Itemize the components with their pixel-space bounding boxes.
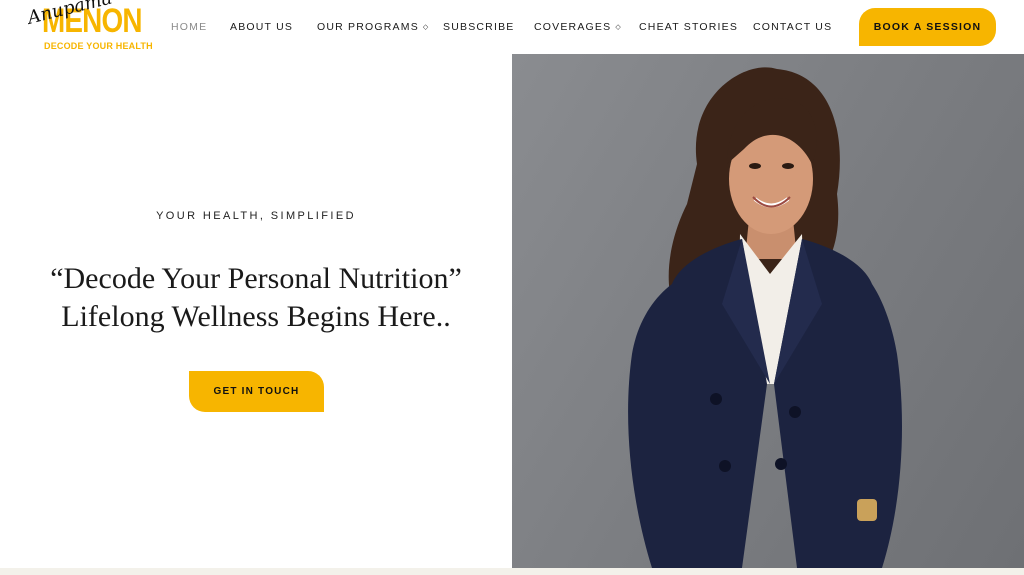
- section-divider: [0, 568, 1024, 575]
- nav-our-programs[interactable]: OUR PROGRAMS ◇: [317, 21, 430, 33]
- nav-cheat-stories[interactable]: CHEAT STORIES: [639, 21, 738, 33]
- nav-coverages-label: COVERAGES: [534, 21, 612, 33]
- brand-logo[interactable]: MENON Anupama DECODE YOUR HEALTH: [25, 0, 152, 52]
- logo-tagline: DECODE YOUR HEALTH: [44, 41, 153, 51]
- hero-headline-line-2: Lifelong Wellness Begins Here..: [61, 300, 451, 333]
- chevron-down-icon: ◇: [422, 24, 430, 31]
- nav-home[interactable]: HOME: [171, 21, 207, 33]
- hero-eyebrow: YOUR HEALTH, SIMPLIFIED: [156, 210, 356, 222]
- chevron-down-icon: ◇: [615, 24, 622, 31]
- site-header: MENON Anupama DECODE YOUR HEALTH HOME AB…: [0, 0, 1024, 54]
- nav-contact-us[interactable]: CONTACT US: [753, 21, 832, 33]
- get-in-touch-button[interactable]: GET IN TOUCH: [189, 371, 324, 412]
- hero-headline-line-1: “Decode Your Personal Nutrition”: [50, 262, 462, 295]
- nav-coverages[interactable]: COVERAGES ◇: [534, 21, 622, 33]
- book-session-button[interactable]: BOOK A SESSION: [859, 8, 996, 46]
- nav-about-us[interactable]: ABOUT US: [230, 21, 293, 33]
- nav-our-programs-label: OUR PROGRAMS: [317, 21, 419, 33]
- nav-subscribe[interactable]: SUBSCRIBE: [443, 21, 514, 33]
- portrait-illustration: [628, 67, 902, 568]
- hero-headline: “Decode Your Personal Nutrition” Lifelon…: [0, 260, 512, 336]
- hero-portrait-image: [512, 54, 1024, 568]
